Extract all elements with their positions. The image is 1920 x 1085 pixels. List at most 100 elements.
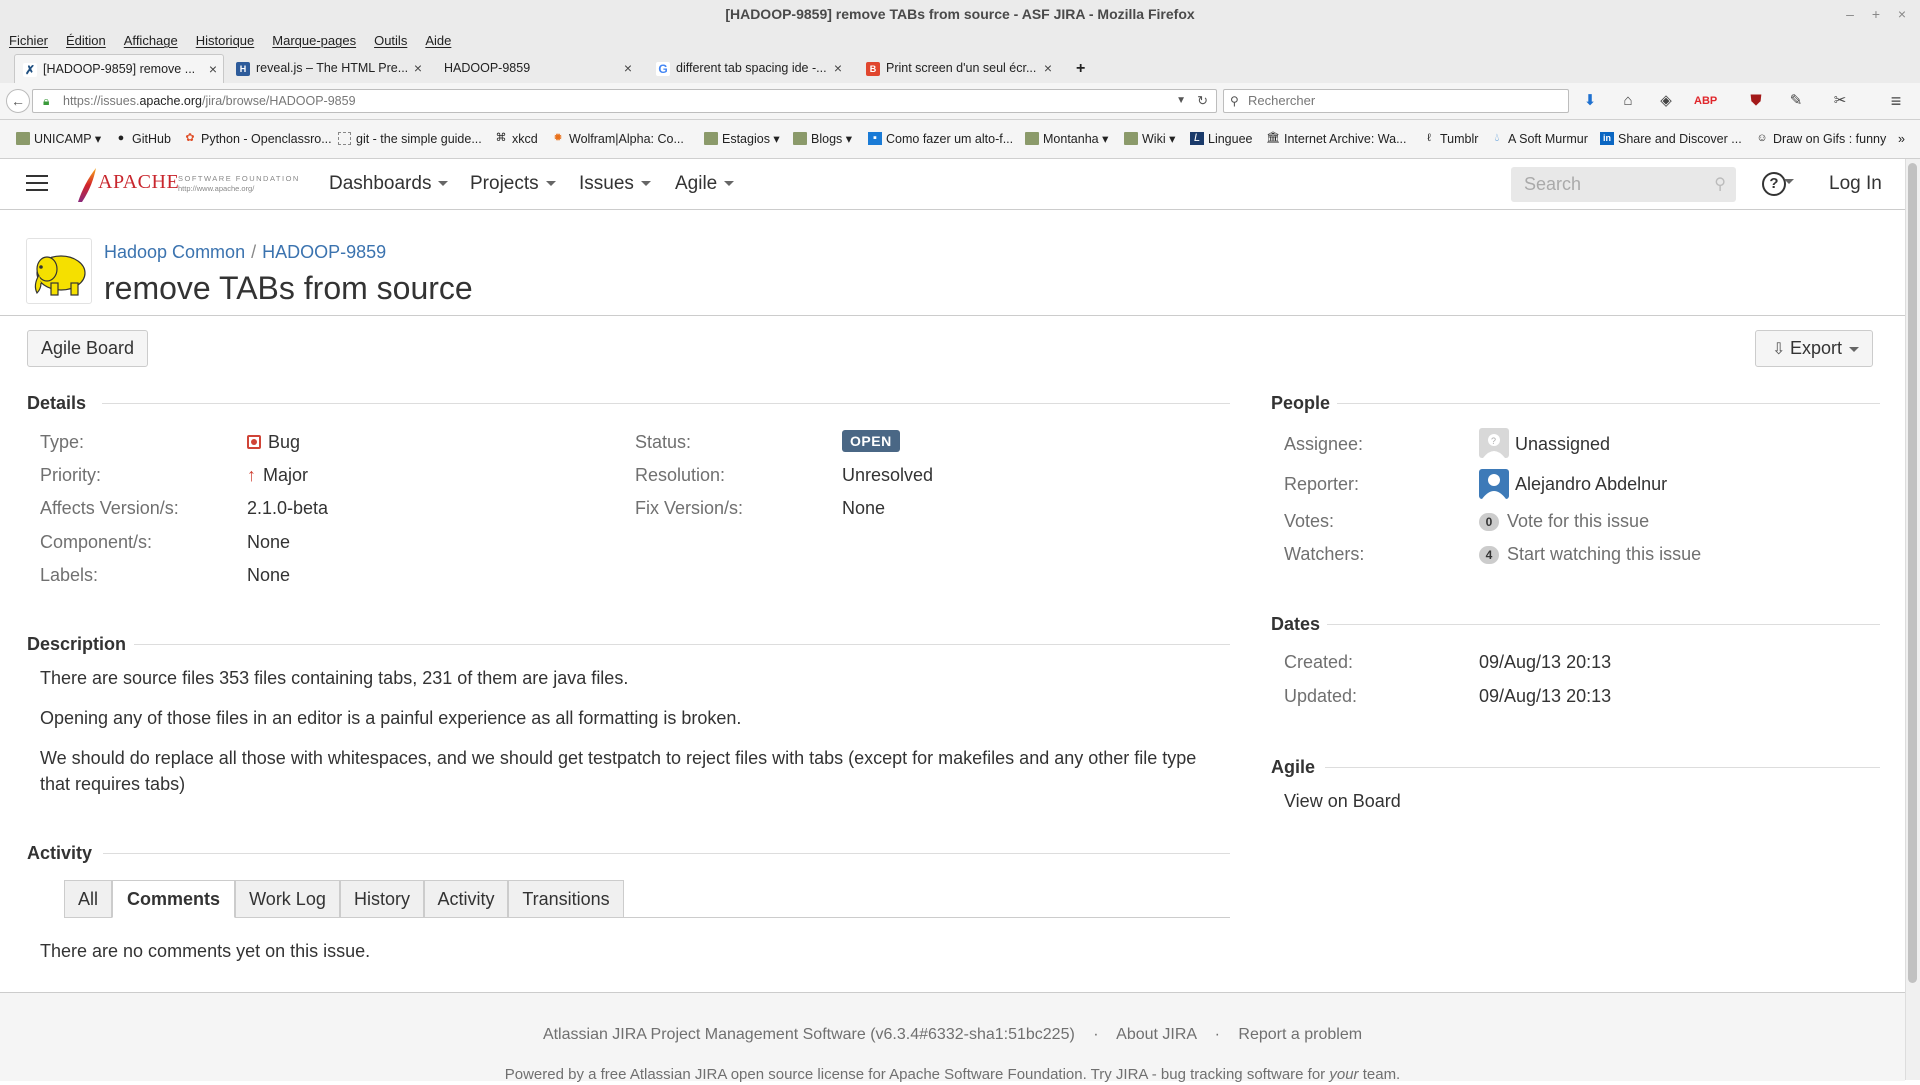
minimize-icon[interactable]: – xyxy=(1838,0,1862,28)
page-icon xyxy=(338,132,351,145)
bookmark-internet-archive[interactable]: 🏛︎ Internet Archive: Wa... xyxy=(1266,130,1407,148)
breadcrumb-issue-link[interactable]: HADOOP-9859 xyxy=(262,242,386,262)
menu-aide[interactable]: Aide xyxy=(416,28,460,53)
vote-link[interactable]: Vote for this issue xyxy=(1507,511,1649,531)
browser-tab-bar: ✗ [HADOOP-9859] remove ... × H reveal.js… xyxy=(0,53,1920,83)
browser-tab-hadoop[interactable]: HADOOP-9859 × xyxy=(428,54,638,83)
menu-historique[interactable]: Historique xyxy=(187,28,264,53)
bookmark-como-fazer[interactable]: ▪ Como fazer um alto-f... xyxy=(868,130,1013,148)
bookmark-montanha[interactable]: Montanha ▾ xyxy=(1025,130,1108,148)
browser-tab-jira[interactable]: ✗ [HADOOP-9859] remove ... × xyxy=(14,54,224,83)
menu-fichier[interactable]: Fichier xyxy=(0,28,57,53)
close-tab-icon[interactable]: × xyxy=(1044,54,1052,83)
tools-icon[interactable]: ✎ xyxy=(1786,91,1806,111)
chevron-down-icon[interactable] xyxy=(1784,179,1794,184)
bookmark-tumblr[interactable]: ℓ Tumblr xyxy=(1422,130,1478,148)
browser-tab-blogger[interactable]: B Print screen d'un seul écr... × xyxy=(858,54,1058,83)
report-problem-link[interactable]: Report a problem xyxy=(1238,1026,1362,1043)
scrollbar-thumb[interactable] xyxy=(1908,163,1917,983)
bookmark-git[interactable]: git - the simple guide... xyxy=(338,130,482,148)
nav-projects[interactable]: Projects xyxy=(470,170,556,198)
browser-tab-google[interactable]: G different tab spacing ide -... × xyxy=(648,54,848,83)
status-label: Status: xyxy=(635,432,692,452)
close-tab-icon[interactable]: × xyxy=(624,54,632,83)
breadcrumb-project-link[interactable]: Hadoop Common xyxy=(104,242,245,262)
created-value: 09/Aug/13 20:13 xyxy=(1479,652,1612,672)
new-tab-button[interactable]: + xyxy=(1068,54,1098,83)
menu-outils[interactable]: Outils xyxy=(365,28,416,53)
help-icon[interactable]: ? xyxy=(1762,172,1786,196)
reporter-avatar xyxy=(1479,469,1509,499)
bookmark-linkedin[interactable]: in Share and Discover ... xyxy=(1600,130,1742,148)
google-icon: G xyxy=(656,62,670,76)
linguee-icon: L xyxy=(1190,132,1204,145)
close-tab-icon[interactable]: × xyxy=(209,55,217,83)
bookmark-unicamp[interactable]: UNICAMP ▾ xyxy=(16,130,101,148)
tab-comments[interactable]: Comments xyxy=(112,880,235,918)
download-icon[interactable]: ⬇ xyxy=(1580,91,1600,111)
bookmark-python[interactable]: ✿ Python - Openclassro... xyxy=(183,130,331,148)
tab-all[interactable]: All xyxy=(64,880,112,918)
bookmark-xkcd[interactable]: ⌘ xkcd xyxy=(494,130,538,148)
bookmark-linguee[interactable]: L Linguee xyxy=(1190,130,1253,148)
view-on-board-link[interactable]: View on Board xyxy=(1284,790,1401,812)
reload-icon[interactable]: ↻ xyxy=(1197,90,1208,112)
nav-agile[interactable]: Agile xyxy=(675,170,735,198)
apache-logo[interactable]: APACHE SOFTWARE FOUNDATION http://www.ap… xyxy=(74,166,306,204)
browser-navbar: ← 🔒︎ https://issues.apache.org/jira/brow… xyxy=(0,83,1920,120)
adblock-icon[interactable]: ABP xyxy=(1694,91,1717,111)
chevron-down-icon xyxy=(640,181,651,187)
tab-activity[interactable]: Activity xyxy=(424,880,508,918)
footer-powered-by: Powered by a free Atlassian JIRA open so… xyxy=(504,1066,1401,1083)
bookmark-github[interactable]: ● GitHub xyxy=(114,130,171,148)
url-dropdown-icon[interactable]: ▼ xyxy=(1176,90,1186,112)
tab-history[interactable]: History xyxy=(340,880,424,918)
divider xyxy=(102,403,1230,404)
tab-work-log[interactable]: Work Log xyxy=(235,880,340,918)
close-tab-icon[interactable]: × xyxy=(414,54,422,83)
back-icon[interactable]: ← xyxy=(6,89,30,113)
agile-board-button[interactable]: Agile Board xyxy=(27,330,149,367)
ublock-icon[interactable]: ⛊ xyxy=(1746,91,1766,111)
project-avatar[interactable] xyxy=(26,238,92,304)
bookmarks-overflow-icon[interactable]: » xyxy=(1898,130,1905,148)
footer-version: Atlassian JIRA Project Management Softwa… xyxy=(542,1026,1075,1043)
pocket-icon[interactable]: ◈ xyxy=(1656,91,1676,111)
bookmark-wolfram[interactable]: ✹ Wolfram|Alpha: Co... xyxy=(551,130,683,148)
affects-version-value[interactable]: 2.1.0-beta xyxy=(247,497,328,519)
browser-search-bar[interactable]: ⚲ Rechercher xyxy=(1223,89,1569,113)
url-prefix: https://issues. xyxy=(63,94,140,108)
breadcrumb: Hadoop Common / HADOOP-9859 xyxy=(104,241,386,263)
url-bar[interactable]: 🔒︎ https://issues.apache.org/jira/browse… xyxy=(32,89,1217,113)
menu-affichage[interactable]: Affichage xyxy=(115,28,187,53)
tab-transitions[interactable]: Transitions xyxy=(508,880,624,918)
extension-icon[interactable]: ✂ xyxy=(1830,91,1850,111)
export-button[interactable]: ⇩ Export xyxy=(1755,330,1874,367)
close-tab-icon[interactable]: × xyxy=(834,54,842,83)
browser-menu-icon[interactable]: ≡ xyxy=(1886,91,1906,111)
issue-summary: remove TABs from source xyxy=(104,270,473,306)
tab-label: [HADOOP-9859] remove ... xyxy=(43,62,196,76)
bookmark-estagios[interactable]: Estagios ▾ xyxy=(704,130,780,148)
watch-link[interactable]: Start watching this issue xyxy=(1507,544,1701,564)
app-switcher-menu-icon[interactable] xyxy=(26,175,48,193)
browser-tab-reveal[interactable]: H reveal.js – The HTML Pre... × xyxy=(228,54,428,83)
unassigned-avatar: ? xyxy=(1479,428,1509,458)
close-window-icon[interactable]: × xyxy=(1890,0,1914,28)
quick-search-input[interactable]: Search ⚲ xyxy=(1511,167,1736,202)
bookmark-wiki[interactable]: Wiki ▾ xyxy=(1124,130,1175,148)
bookmark-drawongifs[interactable]: ☺ Draw on Gifs : funny xyxy=(1755,130,1886,148)
quick-search-placeholder: Search xyxy=(1524,174,1582,194)
reporter-link[interactable]: Alejandro Abdelnur xyxy=(1515,473,1667,495)
assignee-label: Assignee: xyxy=(1284,434,1364,454)
nav-dashboards[interactable]: Dashboards xyxy=(329,170,449,198)
bookmark-asoftmurmur[interactable]: 💧︎ A Soft Murmur xyxy=(1490,130,1588,148)
maximize-icon[interactable]: + xyxy=(1864,0,1888,28)
login-link[interactable]: Log In xyxy=(1829,170,1882,198)
menu-marque-pages[interactable]: Marque-pages xyxy=(263,28,365,53)
menu-edition[interactable]: Édition xyxy=(57,28,115,53)
nav-issues[interactable]: Issues xyxy=(579,170,651,198)
bookmark-blogs[interactable]: Blogs ▾ xyxy=(793,130,852,148)
home-icon[interactable]: ⌂ xyxy=(1618,91,1638,111)
about-jira-link[interactable]: About JIRA xyxy=(1116,1026,1196,1043)
